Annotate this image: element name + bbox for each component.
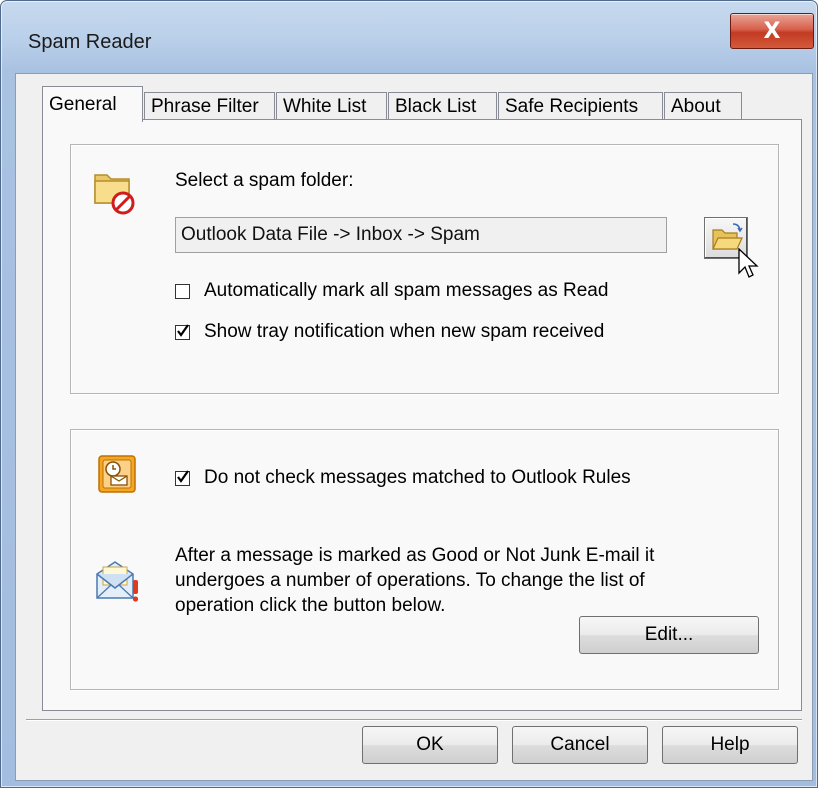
tab-white-list-label: White List bbox=[283, 95, 367, 117]
tab-white-list[interactable]: White List bbox=[276, 92, 387, 120]
tab-about[interactable]: About bbox=[664, 92, 742, 120]
spam-folder-icon bbox=[93, 167, 135, 221]
tab-about-label: About bbox=[671, 95, 721, 117]
envelope-alert-icon bbox=[95, 560, 141, 610]
outlook-rules-group: Do not check messages matched to Outlook… bbox=[70, 429, 779, 690]
cancel-button[interactable]: Cancel bbox=[512, 726, 648, 764]
help-button[interactable]: Help bbox=[662, 726, 798, 764]
dialog-client-area: General Phrase Filter White List Black L… bbox=[15, 73, 813, 781]
close-icon: X bbox=[763, 18, 781, 44]
tab-phrase-filter[interactable]: Phrase Filter bbox=[144, 92, 275, 120]
window-title: Spam Reader bbox=[28, 31, 152, 53]
skip-rules-option[interactable]: Do not check messages matched to Outlook… bbox=[175, 466, 631, 490]
spam-folder-field[interactable]: Outlook Data File -> Inbox -> Spam bbox=[175, 217, 667, 253]
mouse-cursor-icon bbox=[738, 247, 762, 288]
mark-read-label: Automatically mark all spam messages as … bbox=[204, 280, 609, 301]
operations-description-line: After a message is marked as Good or Not… bbox=[175, 545, 655, 566]
spam-folder-label: Select a spam folder: bbox=[175, 170, 354, 191]
tab-phrase-filter-label: Phrase Filter bbox=[151, 95, 259, 117]
operations-description-line: operation click the button below. bbox=[175, 595, 446, 616]
footer-divider bbox=[26, 719, 802, 721]
operations-description-line: undergoes a number of operations. To cha… bbox=[175, 570, 645, 591]
edit-button[interactable]: Edit... bbox=[579, 616, 759, 654]
tab-safe-recipients-label: Safe Recipients bbox=[505, 95, 639, 117]
mark-read-option[interactable]: Automatically mark all spam messages as … bbox=[175, 279, 608, 303]
tray-notification-option[interactable]: Show tray notification when new spam rec… bbox=[175, 320, 604, 344]
checkmark-icon bbox=[177, 323, 189, 337]
operations-description: After a message is marked as Good or Not… bbox=[175, 543, 654, 618]
tab-safe-recipients[interactable]: Safe Recipients bbox=[498, 92, 663, 120]
spam-folder-group: Select a spam folder: Outlook Data File … bbox=[70, 144, 779, 394]
tab-black-list[interactable]: Black List bbox=[388, 92, 497, 120]
dialog-window: Spam Reader X General Phrase Filter Whit… bbox=[0, 0, 818, 788]
tab-black-list-label: Black List bbox=[395, 95, 477, 117]
title-bar[interactable]: Spam Reader X bbox=[1, 1, 817, 71]
tab-general[interactable]: General bbox=[42, 86, 143, 122]
ok-button[interactable]: OK bbox=[362, 726, 498, 764]
general-tab-panel: Select a spam folder: Outlook Data File … bbox=[42, 119, 802, 711]
outlook-rules-icon bbox=[98, 455, 136, 499]
mark-read-checkbox[interactable] bbox=[175, 283, 190, 299]
checkmark-icon bbox=[177, 469, 189, 483]
skip-rules-label: Do not check messages matched to Outlook… bbox=[204, 467, 631, 488]
tab-general-label: General bbox=[49, 93, 117, 115]
tray-notification-checkbox[interactable] bbox=[175, 323, 190, 340]
skip-rules-checkbox[interactable] bbox=[175, 469, 190, 486]
spam-folder-value: Outlook Data File -> Inbox -> Spam bbox=[181, 224, 480, 245]
close-button[interactable]: X bbox=[730, 13, 814, 49]
tray-notification-label: Show tray notification when new spam rec… bbox=[204, 321, 605, 342]
